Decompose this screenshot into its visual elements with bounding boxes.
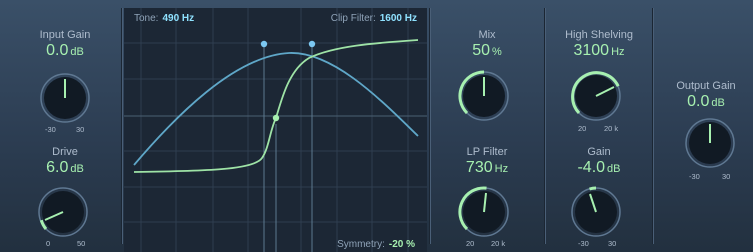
output-gain-label: Output Gain: [676, 80, 736, 92]
gain-scale-min: -30: [578, 239, 589, 248]
lp-filter-label: LP Filter: [466, 146, 508, 158]
tone-readout: Tone: 490 Hz: [134, 13, 195, 24]
drive-scale-max: 50: [77, 239, 86, 248]
gain-label: Gain: [587, 146, 611, 158]
drive-scale-min: 0: [46, 239, 51, 248]
divider: [121, 8, 122, 244]
transfer-curve-display[interactable]: Tone: 490 Hz Clip Filter: 1600 Hz Symmetry…: [124, 8, 427, 252]
lp-filter-knob[interactable]: [458, 186, 510, 238]
lp-filter-scale-min: 20: [466, 239, 475, 248]
curve-graph-svg[interactable]: [124, 8, 427, 252]
tone-handle[interactable]: [260, 40, 268, 48]
mix-label: Mix: [478, 29, 496, 41]
output-gain-scale-min: -30: [689, 172, 700, 181]
divider: [652, 8, 653, 244]
gain-scale-max: 30: [608, 239, 617, 248]
input-gain-knob[interactable]: [39, 72, 91, 124]
gain-knob[interactable]: [570, 186, 622, 238]
drive-value[interactable]: 6.0 dB: [20, 159, 110, 177]
high-shelving-scale-min: 20: [578, 124, 587, 133]
divider: [429, 8, 430, 244]
output-gain-scale-max: 30: [722, 172, 731, 181]
distortion-plugin-panel: Input Gain 0.0 dB -30 30 Drive 6.0 dB 0 50: [0, 0, 753, 252]
gain-value[interactable]: -4.0 dB: [553, 159, 645, 177]
clip-filter-handle[interactable]: [308, 40, 316, 48]
high-shelving-label: High Shelving: [565, 29, 633, 41]
input-gain-label: Input Gain: [39, 29, 91, 41]
symmetry-handle[interactable]: [272, 114, 280, 122]
clip-filter-readout: Clip Filter: 1600 Hz: [330, 13, 417, 24]
high-shelving-knob[interactable]: [570, 70, 622, 122]
input-gain-scale-max: 30: [76, 125, 85, 134]
high-shelving-scale-max: 20 k: [604, 124, 619, 133]
output-gain-knob[interactable]: [684, 117, 736, 169]
drive-label: Drive: [52, 146, 78, 158]
symmetry-readout: Symmetry: -20 %: [337, 239, 415, 250]
input-gain-value[interactable]: 0.0 dB: [20, 42, 110, 60]
output-gain-value[interactable]: 0.0 dB: [663, 93, 749, 111]
high-shelving-value[interactable]: 3100 Hz: [553, 42, 645, 60]
divider: [544, 8, 545, 244]
mix-value[interactable]: 50%: [442, 42, 532, 60]
lp-filter-scale-max: 20 k: [491, 239, 506, 248]
lp-filter-value[interactable]: 730 Hz: [442, 159, 532, 177]
input-gain-scale-min: -30: [45, 125, 56, 134]
mix-knob[interactable]: [458, 70, 510, 122]
drive-knob[interactable]: [37, 186, 89, 238]
